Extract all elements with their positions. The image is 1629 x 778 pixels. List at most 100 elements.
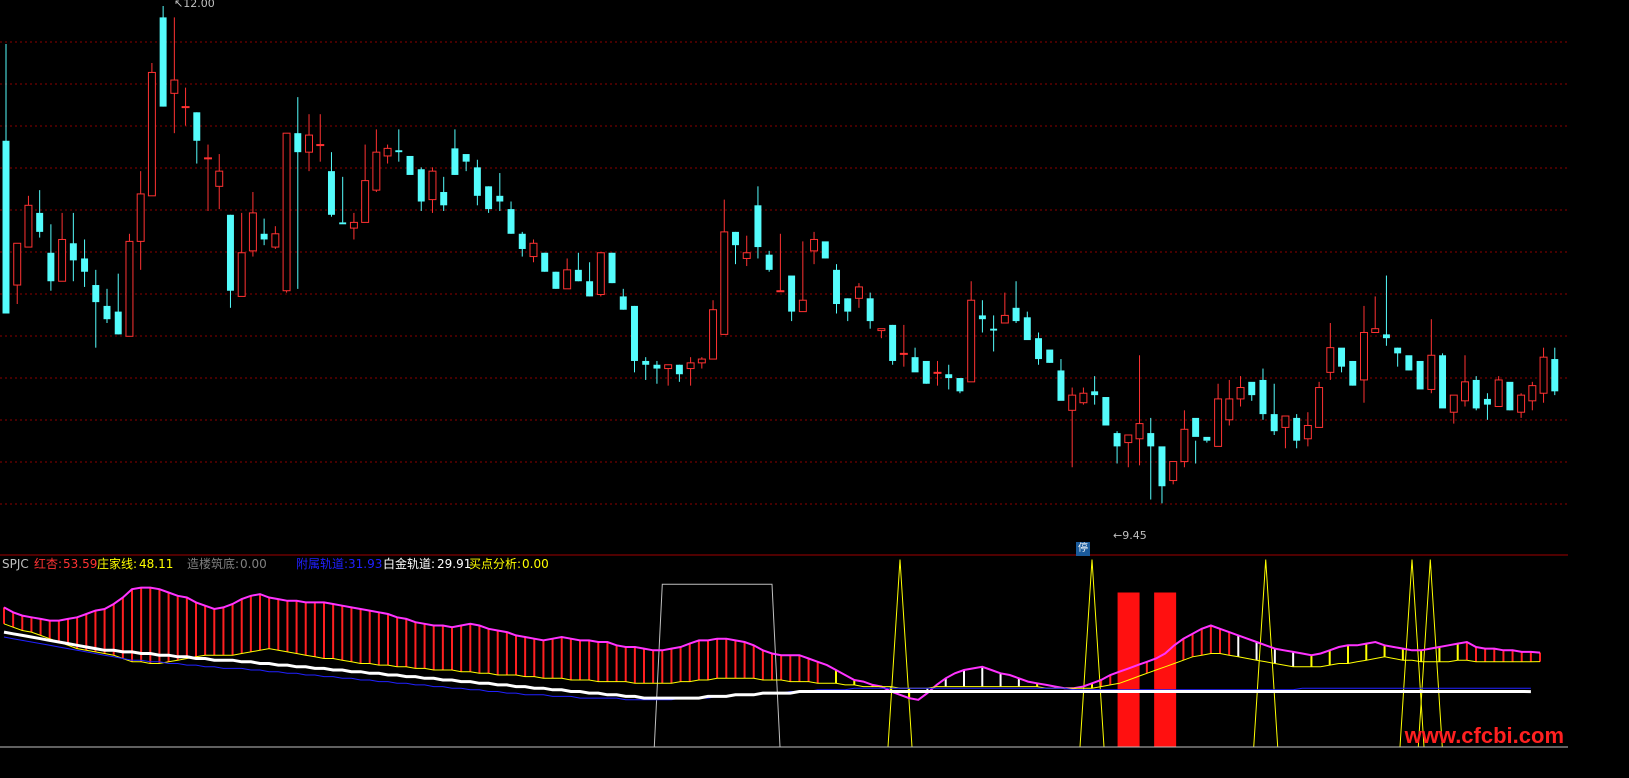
candle <box>574 252 582 282</box>
candle <box>1057 359 1065 401</box>
candle-body <box>294 133 302 153</box>
candle <box>24 195 33 248</box>
candle-body <box>1259 379 1267 415</box>
candle <box>596 252 605 297</box>
candle <box>754 186 762 259</box>
candle-body <box>1528 385 1537 402</box>
candle <box>271 226 280 249</box>
candle <box>541 252 549 272</box>
candle <box>765 250 773 272</box>
indicator-name[interactable]: SPJC <box>2 556 29 572</box>
candle-body <box>1472 379 1480 409</box>
candle-body <box>1439 355 1447 409</box>
candle-body <box>2 140 10 314</box>
candle <box>833 264 840 314</box>
candle <box>1416 360 1424 390</box>
candle-body <box>619 296 627 310</box>
candle-body <box>1035 338 1042 360</box>
candle-body <box>1023 317 1031 341</box>
fushu-label: 附属轨道: <box>296 557 349 571</box>
candle <box>103 288 111 323</box>
candle <box>1236 376 1245 407</box>
candle <box>81 239 89 287</box>
candle-body <box>1382 334 1390 339</box>
candle-body <box>788 275 796 312</box>
candle <box>473 159 481 206</box>
candle-body <box>462 154 470 162</box>
stop-badge[interactable]: 停 <box>1076 542 1090 556</box>
candle <box>462 154 470 172</box>
candle-body <box>58 238 67 282</box>
hongxing-value: 53.59 <box>63 557 98 571</box>
candle <box>1023 311 1031 341</box>
candle <box>1517 393 1526 418</box>
candle-body <box>114 311 122 335</box>
indicator-panel[interactable] <box>0 556 1568 749</box>
candle <box>428 167 437 213</box>
candle <box>653 360 661 384</box>
price-panel[interactable] <box>0 0 1568 556</box>
candle <box>1394 347 1402 367</box>
candle-body <box>529 242 538 258</box>
candle <box>990 315 998 352</box>
candle-body <box>428 170 437 201</box>
candle-body <box>1539 356 1548 394</box>
candle <box>1338 347 1346 373</box>
candle-body <box>226 214 234 291</box>
candle <box>866 292 874 329</box>
candle-body <box>136 193 145 242</box>
candle <box>877 328 886 339</box>
candle <box>58 212 67 282</box>
candle-body <box>642 360 650 365</box>
candle <box>1079 387 1088 405</box>
candle <box>1102 397 1110 426</box>
candle <box>1349 360 1357 386</box>
maidian-label: 买点分析: <box>469 557 522 571</box>
candle <box>1091 376 1099 405</box>
candle-body <box>608 252 616 284</box>
candle <box>933 360 942 386</box>
candle-body <box>69 243 77 261</box>
candle-body <box>1449 394 1458 413</box>
candle-body <box>237 252 246 297</box>
candle <box>1270 383 1278 435</box>
candle-body <box>282 132 291 292</box>
candle <box>608 252 616 284</box>
candle-body <box>81 258 89 272</box>
candle <box>1012 281 1020 323</box>
zhuangjia-label: 庄家线: <box>97 557 138 571</box>
candle <box>1293 414 1301 449</box>
candle-body <box>125 240 134 337</box>
candle <box>496 173 504 212</box>
candle <box>451 129 459 175</box>
candle-body <box>990 328 998 331</box>
candle-body <box>170 79 179 94</box>
candle-body <box>1236 387 1245 400</box>
candle <box>1180 410 1189 468</box>
candle <box>395 129 403 162</box>
candle-body <box>697 358 706 364</box>
candle-body <box>574 269 582 282</box>
candle-body <box>1326 347 1335 373</box>
fushu-value: 31.93 <box>348 557 383 571</box>
candle <box>788 275 796 322</box>
candle-body <box>92 285 100 303</box>
candle <box>136 171 145 270</box>
candle-body <box>24 204 33 248</box>
candle <box>619 288 627 310</box>
candle-body <box>103 305 111 320</box>
candle-body <box>451 148 459 175</box>
candle-body <box>147 71 156 197</box>
candle-body <box>271 233 280 248</box>
candle-body <box>933 371 942 374</box>
candle <box>282 132 291 293</box>
candle <box>776 233 785 293</box>
watermark: www.cfcbi.com <box>1404 723 1564 748</box>
candle <box>226 214 234 308</box>
candle-body <box>1416 360 1424 390</box>
candle-body <box>1517 394 1526 413</box>
candle <box>1528 381 1537 411</box>
candle <box>349 212 358 240</box>
candle-body <box>1349 360 1357 386</box>
candle-body <box>496 195 504 202</box>
